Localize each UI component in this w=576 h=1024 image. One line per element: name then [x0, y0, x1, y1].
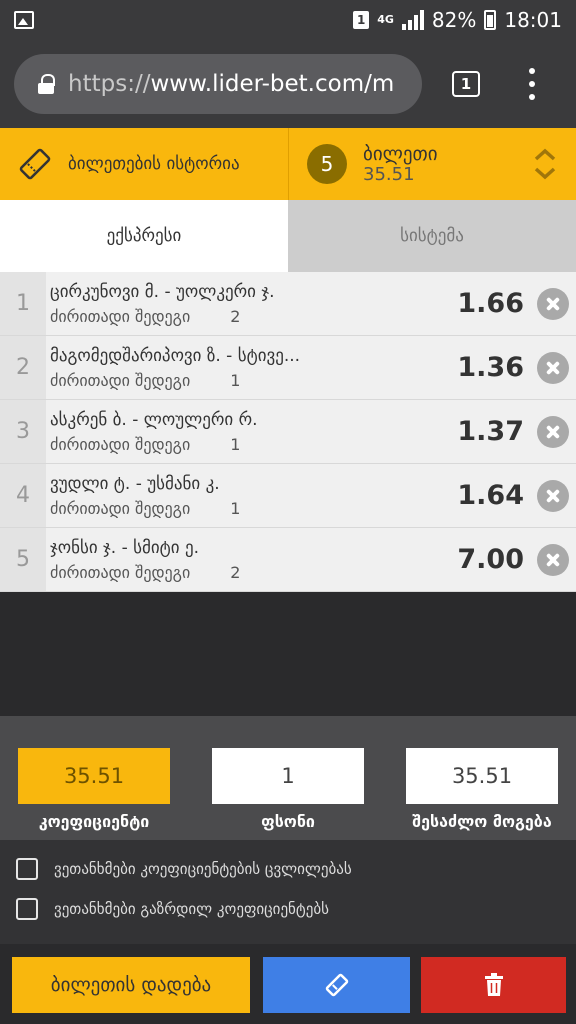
remove-bet-icon[interactable] [537, 415, 569, 448]
signal-icon [401, 10, 424, 30]
bet-row: 3 ასკრენ ბ. - ლოულერი რ. ძირითადი შედეგი… [0, 400, 576, 464]
action-bar: ბილეთის დადება [0, 944, 576, 1024]
bet-row: 2 მაგომედშარიპოვი ზ. - სტივე... ძირითადი… [0, 336, 576, 400]
bet-row: 4 ვუდლი ტ. - უსმანი კ. ძირითადი შედეგი 1 … [0, 464, 576, 528]
delete-ticket-button[interactable] [421, 957, 566, 1013]
bet-number: 3 [0, 400, 46, 463]
url-bar[interactable]: https://www.lider-bet.com/m [14, 54, 422, 114]
ticket-summary[interactable]: 5 ბილეთი 35.51 [288, 128, 576, 200]
sim-icon: 1 [353, 11, 370, 29]
ticket-icon [19, 148, 51, 180]
tab-system[interactable]: სისტემა [288, 200, 576, 272]
bet-row: 5 ჯონსი ჯ. - სმიტი ე. ძირითადი შედეგი 2 7… [0, 528, 576, 592]
ticket-count-badge: 5 [307, 144, 347, 184]
agree-odds-increase-checkbox[interactable] [16, 898, 38, 920]
bet-pick: 1 [230, 499, 241, 518]
agreements-panel: ვეთანხმები კოეფიციენტების ცვლილებას ვეთა… [0, 840, 576, 944]
bet-market: ძირითადი შედეგი [50, 307, 191, 326]
agree-odds-increase-row[interactable]: ვეთანხმები გაზრდილ კოეფიციენტებს [16, 898, 329, 920]
stake-label: ფსონი [261, 812, 315, 831]
bet-number: 4 [0, 464, 46, 527]
possible-win-label: შესაძლო მოგება [412, 812, 552, 831]
battery-icon [484, 10, 497, 30]
totals-panel: 35.51 კოეფიციენტი 1 ფსონი 35.51 შესაძლო … [0, 716, 576, 840]
bet-match: ასკრენ ბ. - ლოულერი რ. [50, 410, 258, 430]
stake-input[interactable]: 1 [212, 748, 364, 804]
bet-pick: 1 [230, 371, 241, 390]
remove-bet-icon[interactable] [537, 351, 569, 384]
remove-bet-icon[interactable] [537, 287, 569, 320]
agree-odds-change-label: ვეთანხმები კოეფიციენტების ცვლილებას [54, 860, 352, 878]
lock-icon [38, 74, 55, 94]
clock: 18:01 [504, 8, 562, 32]
bet-pick: 1 [230, 435, 241, 454]
place-bet-button[interactable]: ბილეთის დადება [12, 957, 250, 1013]
ticket-history-label: ბილეთების ისტორია [68, 154, 240, 174]
bet-number: 5 [0, 528, 46, 591]
bet-market: ძირითადი შედეგი [50, 371, 191, 390]
bet-odd: 7.00 [457, 544, 524, 575]
agree-odds-change-checkbox[interactable] [16, 858, 38, 880]
ticket-history-button[interactable]: ბილეთების ისტორია [0, 128, 288, 200]
bet-list: 1 ცირკუნოვი მ. - უოლკერი ჯ. ძირითადი შედ… [0, 272, 576, 592]
bet-market: ძირითადი შედეგი [50, 563, 191, 582]
bet-match: ვუდლი ტ. - უსმანი კ. [50, 474, 220, 494]
remove-bet-icon[interactable] [537, 479, 569, 512]
bet-match: მაგომედშარიპოვი ზ. - სტივე... [50, 346, 301, 366]
bet-type-tabs: ექსპრესი სისტემა [0, 200, 576, 272]
tab-switcher-button[interactable]: 1 [452, 71, 480, 97]
network-type: 4G [377, 13, 394, 26]
ticket-title: ბილეთი [363, 143, 438, 165]
trash-icon [484, 973, 503, 996]
url-text: https://www.lider-bet.com/m [68, 71, 395, 97]
remove-bet-icon[interactable] [537, 543, 569, 576]
bet-number: 2 [0, 336, 46, 399]
total-odds-label: კოეფიციენტი [38, 812, 150, 831]
bet-match: ცირკუნოვი მ. - უოლკერი ჯ. [50, 282, 275, 302]
bet-market: ძირითადი შედეგი [50, 499, 191, 518]
battery-percent: 82% [431, 8, 477, 32]
ticket-total-odds: 35.51 [363, 164, 415, 185]
gallery-notification-icon [14, 11, 34, 29]
bet-odd: 1.36 [457, 352, 524, 383]
bet-odd: 1.64 [457, 480, 524, 511]
agree-odds-change-row[interactable]: ვეთანხმები კოეფიციენტების ცვლილებას [16, 858, 352, 880]
bet-row: 1 ცირკუნოვი მ. - უოლკერი ჯ. ძირითადი შედ… [0, 272, 576, 336]
bet-odd: 1.66 [457, 288, 524, 319]
status-bar: 1 4G 82% 18:01 [0, 0, 576, 40]
tab-express[interactable]: ექსპრესი [0, 200, 288, 272]
agree-odds-increase-label: ვეთანხმები გაზრდილ კოეფიციენტებს [54, 900, 329, 918]
bet-match: ჯონსი ჯ. - სმიტი ე. [50, 538, 200, 558]
bet-pick: 2 [230, 307, 241, 326]
chevron-up-down-icon[interactable] [532, 146, 558, 182]
browser-toolbar: https://www.lider-bet.com/m 1 [0, 40, 576, 128]
bet-odd: 1.37 [457, 416, 524, 447]
bet-market: ძირითადი შედეგი [50, 435, 191, 454]
ticket-header: ბილეთების ისტორია 5 ბილეთი 35.51 [0, 128, 576, 200]
ticket-icon [325, 973, 348, 997]
total-odds-value: 35.51 [18, 748, 170, 804]
bet-pick: 2 [230, 563, 241, 582]
share-ticket-button[interactable] [263, 957, 410, 1013]
more-menu-icon[interactable] [522, 68, 542, 100]
possible-win-value: 35.51 [406, 748, 558, 804]
bet-number: 1 [0, 272, 46, 335]
